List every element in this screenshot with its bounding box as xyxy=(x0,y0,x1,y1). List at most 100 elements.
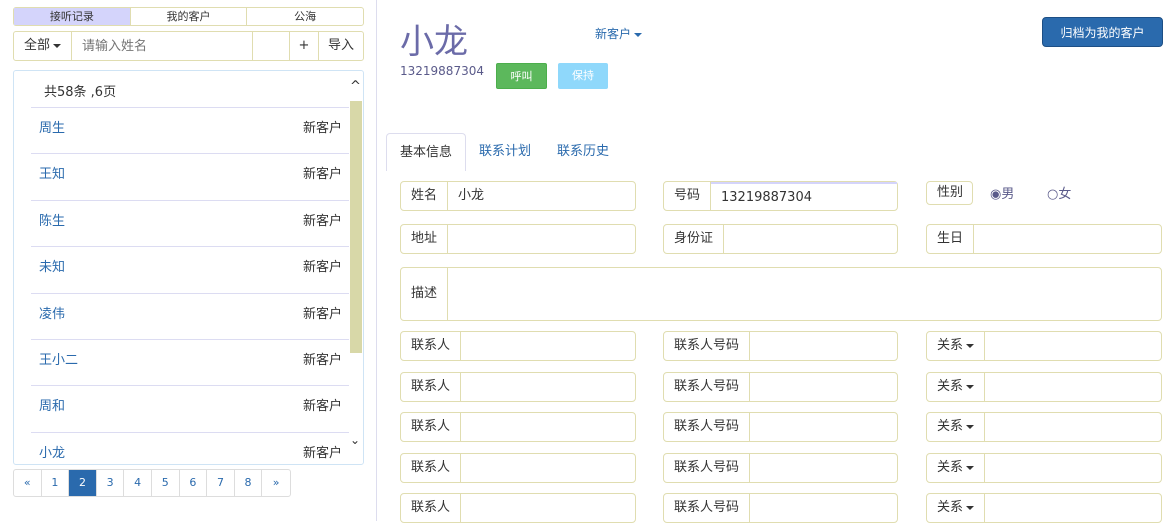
gender-female-radio[interactable]: ○女 xyxy=(1047,183,1071,202)
contact-phone-input[interactable] xyxy=(750,413,897,441)
relation-input[interactable] xyxy=(985,332,1161,360)
customer-name[interactable]: 周生 xyxy=(39,117,65,136)
customer-name[interactable]: 王小二 xyxy=(39,349,78,368)
status-dropdown[interactable]: 新客户 xyxy=(595,25,643,42)
contact-input[interactable] xyxy=(461,413,635,441)
import-button[interactable]: 导入 xyxy=(319,32,363,60)
add-button[interactable]: + xyxy=(290,32,319,60)
page-link[interactable]: 1 xyxy=(42,470,70,496)
caret-down-icon xyxy=(966,424,975,429)
relation-field: 关系 xyxy=(926,412,1162,442)
page-link[interactable]: 8 xyxy=(235,470,263,496)
id-input[interactable] xyxy=(724,225,897,253)
gender-label-box: 性别 xyxy=(926,181,973,205)
address-input[interactable] xyxy=(448,225,635,253)
birthday-label: 生日 xyxy=(927,225,975,253)
tab-public-pool[interactable]: 公海 xyxy=(247,8,363,25)
customer-status: 新客户 xyxy=(302,306,342,322)
relation-input[interactable] xyxy=(985,494,1161,522)
customer-name[interactable]: 王知 xyxy=(39,163,65,182)
list-item[interactable]: 未知 新客户 xyxy=(31,246,349,292)
contact-field: 联系人 xyxy=(400,331,636,361)
page-link[interactable]: 4 xyxy=(124,470,152,496)
scrollbar-thumb[interactable] xyxy=(350,101,362,353)
caret-down-icon xyxy=(53,43,61,48)
contact-phone-field: 联系人号码 xyxy=(663,412,898,442)
contact-phone-input[interactable] xyxy=(750,454,897,482)
page-link[interactable]: » xyxy=(262,470,290,496)
description-input[interactable] xyxy=(448,268,1161,320)
contact-phone-label: 联系人号码 xyxy=(664,494,751,522)
tab-contact-plan[interactable]: 联系计划 xyxy=(466,133,544,171)
name-input[interactable]: 小龙 xyxy=(448,182,635,210)
list-item[interactable]: 凌伟 新客户 xyxy=(31,292,349,339)
scroll-up-icon[interactable]: ^ xyxy=(350,79,361,94)
status-label: 新客户 xyxy=(595,27,632,41)
relation-label: 关系 xyxy=(937,500,964,515)
caret-down-icon xyxy=(966,384,975,389)
customer-name[interactable]: 凌伟 xyxy=(39,303,65,322)
list-item[interactable]: 周和 新客户 xyxy=(31,385,349,431)
gender-male-radio[interactable]: ◉男 xyxy=(990,183,1014,202)
list-item[interactable]: 王知 新客户 xyxy=(31,153,349,199)
page-link[interactable]: 7 xyxy=(207,470,235,496)
filter-dropdown[interactable]: 全部 xyxy=(14,32,72,60)
contact-label: 联系人 xyxy=(401,332,462,360)
list-item[interactable]: 王小二 新客户 xyxy=(31,339,349,385)
relation-dropdown[interactable]: 关系 xyxy=(927,454,986,482)
relation-label: 关系 xyxy=(937,460,964,475)
contact-phone-input[interactable] xyxy=(750,494,897,522)
tab-contact-history[interactable]: 联系历史 xyxy=(544,133,622,171)
contact-input[interactable] xyxy=(461,454,635,482)
customer-name[interactable]: 陈生 xyxy=(39,210,65,229)
male-label: 男 xyxy=(1001,187,1015,202)
caret-down-icon xyxy=(966,505,975,510)
contact-input[interactable] xyxy=(461,332,635,360)
list-item[interactable]: 陈生 新客户 xyxy=(31,199,349,246)
relation-dropdown[interactable]: 关系 xyxy=(927,413,986,441)
list-item[interactable]: 周生 新客户 xyxy=(31,107,349,153)
tab-basic-info[interactable]: 基本信息 xyxy=(386,133,467,171)
tab-call-records[interactable]: 接听记录 xyxy=(14,8,131,25)
relation-dropdown[interactable]: 关系 xyxy=(927,494,986,522)
relation-input[interactable] xyxy=(985,454,1161,482)
relation-field: 关系 xyxy=(926,453,1162,483)
page-link[interactable]: 6 xyxy=(180,470,208,496)
gender-label: 性别 xyxy=(937,185,964,200)
detail-tabs: 基本信息 联系计划 联系历史 xyxy=(386,133,622,171)
contact-input[interactable] xyxy=(461,373,635,401)
call-button[interactable]: 呼叫 xyxy=(496,63,547,89)
relation-field: 关系 xyxy=(926,331,1162,361)
archive-button[interactable]: 归档为我的客户 xyxy=(1042,17,1163,47)
search-input[interactable] xyxy=(72,32,253,60)
customer-name[interactable]: 周和 xyxy=(39,395,65,414)
scroll-down-icon[interactable]: ⌄ xyxy=(350,433,360,447)
contact-phone-label: 联系人号码 xyxy=(664,413,751,441)
birthday-input[interactable] xyxy=(974,225,1161,253)
list-item[interactable]: 小龙 新客户 xyxy=(31,431,349,464)
name-field: 姓名 小龙 xyxy=(400,181,636,211)
contact-phone-input[interactable] xyxy=(750,332,897,360)
page-link[interactable]: 5 xyxy=(152,470,180,496)
customer-name[interactable]: 小龙 xyxy=(39,442,65,461)
birthday-field: 生日 xyxy=(926,224,1162,254)
contact-field: 联系人 xyxy=(400,453,636,483)
contact-field: 联系人 xyxy=(400,372,636,402)
relation-label: 关系 xyxy=(937,379,964,394)
caret-down-icon xyxy=(966,465,975,470)
customer-name[interactable]: 未知 xyxy=(39,256,65,275)
phone-input[interactable]: 13219887304 xyxy=(711,182,897,210)
page-link[interactable]: 3 xyxy=(97,470,125,496)
customer-phone: 13219887304 xyxy=(400,64,484,78)
contact-phone-input[interactable] xyxy=(750,373,897,401)
hold-button[interactable]: 保持 xyxy=(558,63,608,89)
page-link[interactable]: 2 xyxy=(69,470,97,496)
relation-dropdown[interactable]: 关系 xyxy=(927,373,986,401)
relation-input[interactable] xyxy=(985,373,1161,401)
page-link[interactable]: « xyxy=(14,470,42,496)
contact-label: 联系人 xyxy=(401,373,462,401)
relation-input[interactable] xyxy=(985,413,1161,441)
contact-input[interactable] xyxy=(461,494,635,522)
relation-dropdown[interactable]: 关系 xyxy=(927,332,986,360)
tab-my-customers[interactable]: 我的客户 xyxy=(131,8,248,25)
